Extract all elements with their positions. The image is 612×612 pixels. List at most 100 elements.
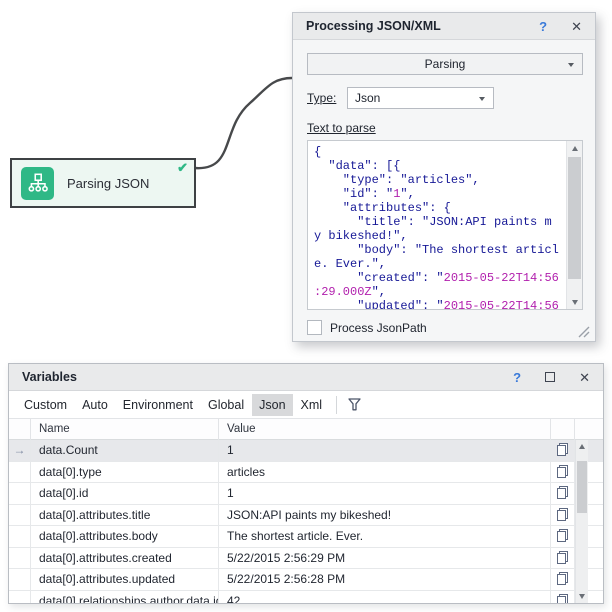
copy-button[interactable] [551,548,575,569]
variable-row[interactable]: data[0].attributes.created 5/22/2015 2:5… [9,548,603,570]
variable-row[interactable]: data[0].type articles [9,462,603,484]
process-jsonpath-checkbox[interactable] [307,320,322,335]
variable-value-cell: 5/22/2015 2:56:29 PM [219,548,551,569]
copy-icon [555,528,570,543]
filter-icon[interactable] [346,396,363,413]
variable-name-cell: data[0].attributes.title [31,505,219,526]
variable-value-cell: 1 [219,483,551,504]
row-gutter [9,591,31,605]
copy-button[interactable] [551,440,575,461]
text-to-parse-label: Text to parse [307,121,376,135]
variable-value-cell: The shortest article. Ever. [219,526,551,547]
chevron-down-icon [568,63,574,67]
name-column-header[interactable]: Name [31,419,219,440]
process-jsonpath-label: Process JsonPath [330,321,427,335]
variable-row[interactable]: data[0].attributes.body The shortest art… [9,526,603,548]
text-to-parse-textarea[interactable]: { "data": [{ "type": "articles", "id": "… [307,140,583,310]
hierarchy-icon [21,167,54,200]
variable-value-cell: 1 [219,440,551,461]
variable-row[interactable]: data[0].attributes.updated 5/22/2015 2:5… [9,569,603,591]
tab-global[interactable]: Global [201,394,251,416]
arrow-up-icon [579,444,585,449]
maximize-icon [545,372,555,382]
help-button[interactable]: ? [513,371,521,384]
tab-environment[interactable]: Environment [116,394,200,416]
tab-xml[interactable]: Xml [294,394,330,416]
chevron-down-icon [479,97,485,101]
variable-value-cell: 42 [219,591,551,605]
variable-name-cell: data[0].attributes.updated [31,569,219,590]
variable-name-cell: data[0].relationships.author.data.id [31,591,219,605]
maximize-button[interactable] [545,371,555,384]
copy-column-header [551,419,575,440]
row-gutter [9,505,31,526]
variables-scrollbar[interactable] [575,440,588,604]
scroll-down-button[interactable] [576,590,588,603]
copy-icon [555,485,570,500]
tab-json[interactable]: Json [252,394,292,416]
json-code: { "data": [{ "type": "articles", "id": "… [314,145,564,310]
scroll-up-button[interactable] [576,440,588,453]
copy-icon [555,593,570,605]
gutter-column-header [9,419,31,440]
textarea-scrollbar[interactable] [566,141,582,309]
type-dropdown[interactable]: Json [347,87,494,109]
row-gutter [9,483,31,504]
scroll-up-button[interactable] [567,141,582,155]
scroll-down-button[interactable] [567,295,582,309]
action-dropdown[interactable]: Parsing [307,53,583,75]
variable-name-cell: data[0].id [31,483,219,504]
resize-grip[interactable] [577,325,590,338]
copy-button[interactable] [551,569,575,590]
variable-row[interactable]: → data.Count 1 [9,440,603,462]
variable-name-cell: data[0].attributes.created [31,548,219,569]
copy-icon [555,464,570,479]
tab-custom[interactable]: Custom [17,394,74,416]
row-gutter [9,569,31,590]
row-gutter [9,548,31,569]
help-button[interactable]: ? [539,20,547,33]
copy-icon [555,571,570,586]
success-checkmark-icon: ✔ [177,160,188,176]
row-gutter [9,462,31,483]
variable-value-cell: JSON:API paints my bikeshed! [219,505,551,526]
workflow-node-parsing-json[interactable]: Parsing JSON ✔ [10,158,196,208]
variables-panel-title: Variables [22,370,489,384]
tab-auto[interactable]: Auto [75,394,115,416]
action-dropdown-value: Parsing [425,57,466,71]
scrollbar-thumb[interactable] [568,157,581,279]
processing-panel-title: Processing JSON/XML [306,19,515,33]
variables-tabs: CustomAutoEnvironmentGlobalJsonXml [9,391,603,418]
variables-table-header: Name Value [9,418,603,440]
scrollbar-thumb[interactable] [577,461,587,513]
processing-panel-titlebar: Processing JSON/XML ? ✕ [293,13,595,40]
copy-icon [555,550,570,565]
variable-name-cell: data[0].type [31,462,219,483]
arrow-up-icon [572,146,578,151]
variable-row[interactable]: data[0].id 1 [9,483,603,505]
variable-row[interactable]: data[0].attributes.title JSON:API paints… [9,505,603,527]
variables-table-body: → data.Count 1 data[0].type articles dat… [9,440,603,604]
variables-panel-titlebar: Variables ? ✕ [9,364,603,391]
copy-button[interactable] [551,591,575,605]
close-button[interactable]: ✕ [579,371,590,384]
copy-button[interactable] [551,462,575,483]
node-label: Parsing JSON [67,176,149,191]
row-gutter: → [9,440,31,461]
arrow-down-icon [572,300,578,305]
copy-button[interactable] [551,505,575,526]
value-column-header[interactable]: Value [219,419,551,440]
close-button[interactable]: ✕ [571,20,582,33]
copy-button[interactable] [551,483,575,504]
variable-row[interactable]: data[0].relationships.author.data.id 42 [9,591,603,605]
tab-separator [336,396,337,414]
arrow-down-icon [579,594,585,599]
copy-icon [555,507,570,522]
type-label: Type: [307,91,336,105]
processing-json-xml-panel: Processing JSON/XML ? ✕ Parsing Type: Js… [292,12,596,342]
row-gutter [9,526,31,547]
copy-button[interactable] [551,526,575,547]
variable-name-cell: data.Count [31,440,219,461]
variable-name-cell: data[0].attributes.body [31,526,219,547]
variable-value-cell: articles [219,462,551,483]
